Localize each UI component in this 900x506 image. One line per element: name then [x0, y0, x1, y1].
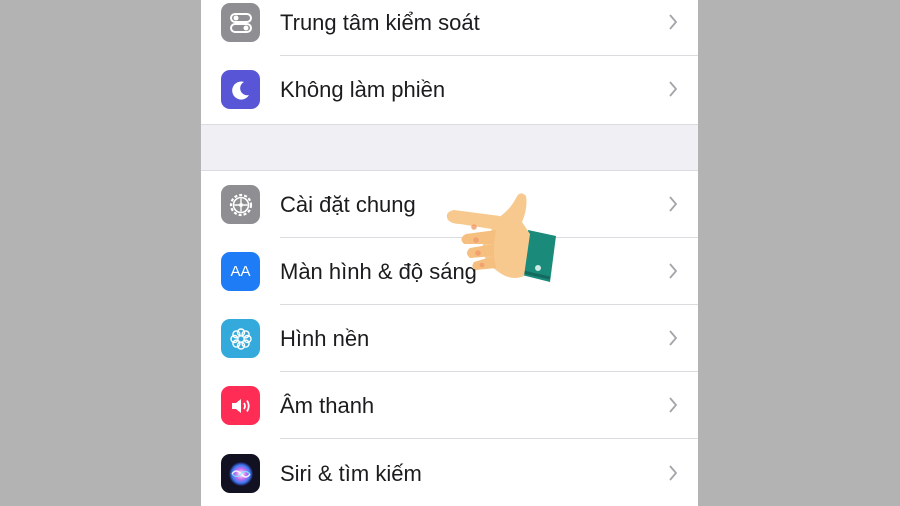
settings-item-label: Siri & tìm kiếm [280, 461, 422, 486]
settings-item-label: Trung tâm kiểm soát [280, 10, 480, 35]
chevron-right-icon [669, 14, 678, 30]
chevron-right-icon [669, 81, 678, 97]
siri-icon [221, 454, 260, 493]
chevron-right-icon [669, 263, 678, 279]
display-aa-icon: AA [221, 252, 260, 291]
flower-icon [221, 319, 260, 358]
gear-icon [221, 185, 260, 224]
settings-item-wallpaper[interactable]: Hình nền [201, 305, 698, 372]
control-center-icon [221, 3, 260, 42]
moon-icon [221, 70, 260, 109]
speaker-icon [221, 386, 260, 425]
settings-item-label: Không làm phiền [280, 77, 446, 102]
display-icon-text: AA [230, 263, 251, 280]
settings-item-control-center[interactable]: Trung tâm kiểm soát [201, 0, 698, 56]
settings-item-sounds[interactable]: Âm thanh [201, 372, 698, 439]
settings-item-do-not-disturb[interactable]: Không làm phiền [201, 56, 698, 123]
chevron-right-icon [669, 330, 678, 346]
chevron-right-icon [669, 397, 678, 413]
chevron-right-icon [669, 196, 678, 212]
row-divider [280, 438, 698, 439]
chevron-right-icon [669, 465, 678, 481]
settings-item-label: Hình nền [280, 326, 370, 351]
settings-item-siri-search[interactable]: Siri & tìm kiếm [201, 440, 698, 506]
section-gap [201, 124, 698, 171]
settings-item-label: Cài đặt chung [280, 192, 416, 217]
settings-item-label: Âm thanh [280, 393, 375, 418]
pointing-hand-icon [446, 193, 556, 282]
